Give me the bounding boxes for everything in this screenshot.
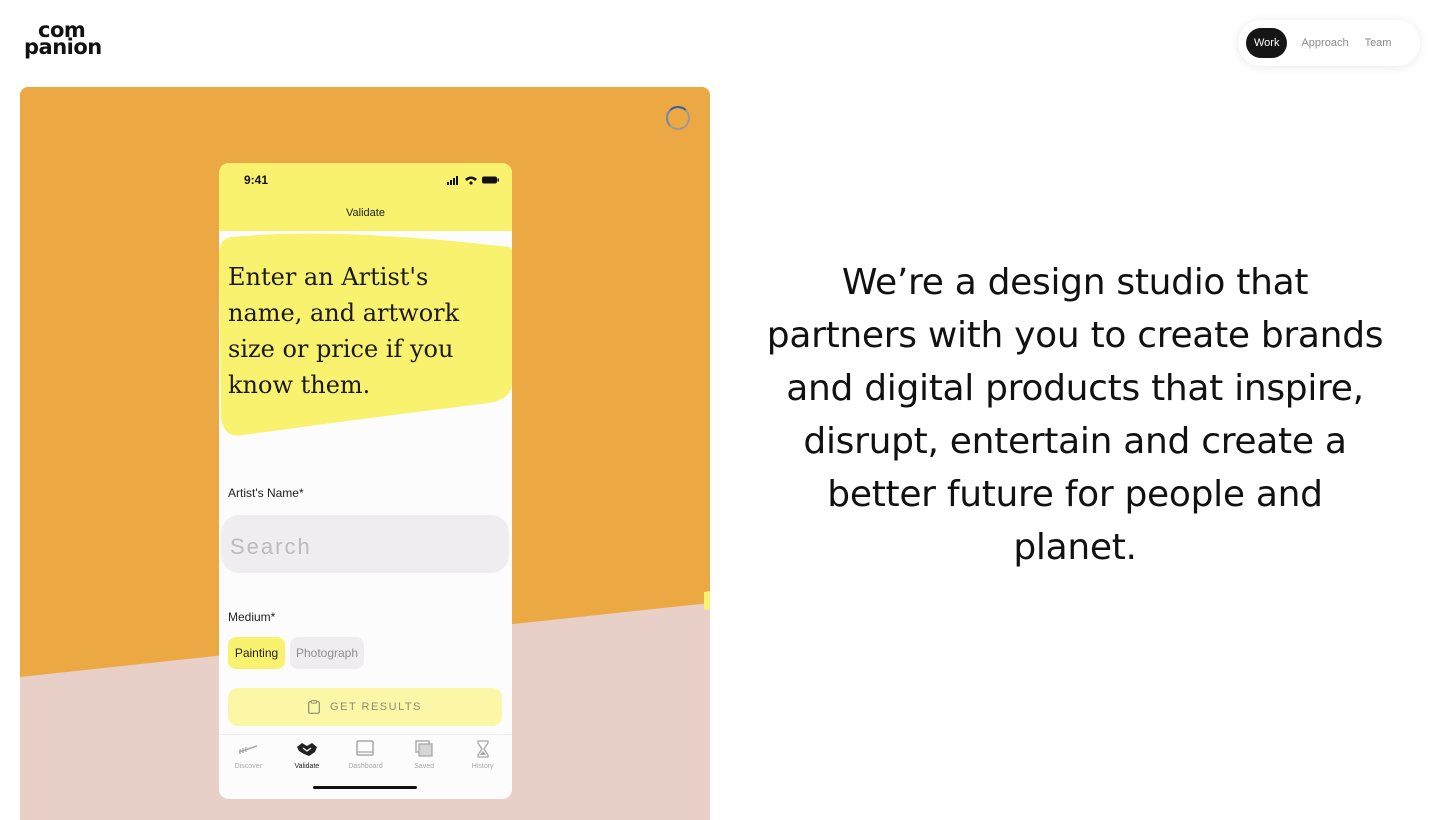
- tab-label: Dashboard: [348, 763, 383, 770]
- phone-mockup: 9:41 Validate Enter an Artist's name, an…: [219, 163, 512, 799]
- yellow-edge-accent: [704, 591, 710, 610]
- nav-approach[interactable]: Approach: [1293, 28, 1356, 58]
- logo-line-2: panion: [24, 35, 102, 59]
- status-time: 9:41: [244, 173, 269, 187]
- hourglass-icon: [477, 740, 489, 758]
- dashboard-icon: [356, 740, 375, 756]
- nav-team[interactable]: Team: [1357, 28, 1400, 58]
- saved-icon: [415, 740, 433, 757]
- tab-label: Discover: [234, 763, 262, 770]
- main-nav: Work Approach Team: [1238, 20, 1420, 66]
- artist-search-input[interactable]: Search: [221, 515, 509, 573]
- home-indicator: [313, 786, 417, 789]
- studio-headline: We’re a design studio that partners with…: [766, 262, 1384, 568]
- get-results-button[interactable]: GET RESULTS: [228, 688, 502, 726]
- signal-wifi-battery-icon: [447, 176, 499, 185]
- medium-label: Medium*: [228, 610, 276, 624]
- tab-label: Validate: [294, 763, 320, 770]
- tab-history[interactable]: History: [453, 735, 512, 799]
- tab-validate[interactable]: Validate: [278, 735, 337, 799]
- search-placeholder: Search: [230, 534, 312, 559]
- discover-icon: [239, 745, 258, 754]
- tab-saved[interactable]: Saved: [395, 735, 454, 799]
- nav-work[interactable]: Work: [1246, 28, 1288, 58]
- loading-spinner-icon: [666, 106, 690, 130]
- tab-label: Saved: [414, 763, 434, 770]
- handshake-icon: [296, 743, 317, 756]
- artist-name-label: Artist's Name*: [228, 486, 304, 500]
- phone-tab-bar: Discover Validate Dashboard Saved Histor…: [219, 734, 512, 799]
- clipboard-icon: [308, 700, 320, 714]
- prompt-text: Enter an Artist's name, and artwork size…: [228, 263, 460, 399]
- get-results-label: GET RESULTS: [330, 701, 422, 713]
- tab-dashboard[interactable]: Dashboard: [336, 735, 395, 799]
- hero-media-panel[interactable]: 9:41 Validate Enter an Artist's name, an…: [20, 87, 710, 820]
- tab-discover[interactable]: Discover: [219, 735, 278, 799]
- medium-chip-painting[interactable]: Painting: [228, 637, 285, 669]
- companion-logo[interactable]: com panion: [24, 20, 104, 59]
- tab-label: History: [471, 763, 494, 770]
- medium-chip-photograph[interactable]: Photograph: [290, 637, 364, 669]
- screen-title: Validate: [346, 207, 385, 219]
